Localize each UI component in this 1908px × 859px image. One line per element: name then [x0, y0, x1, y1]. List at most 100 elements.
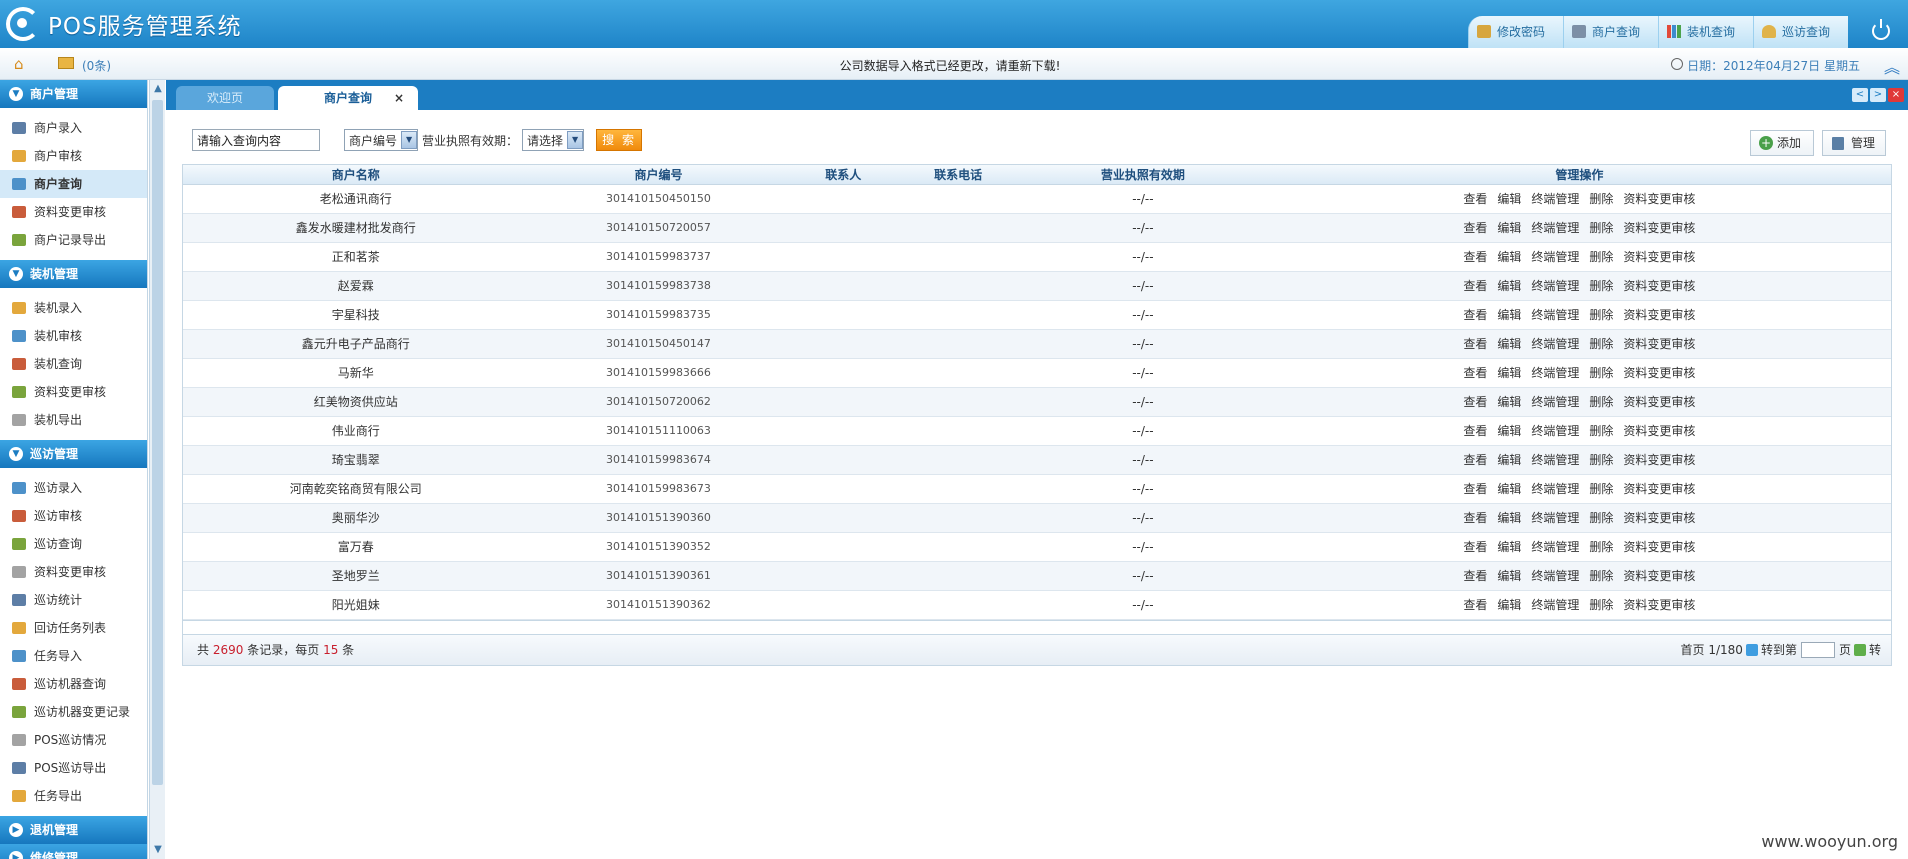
go-icon[interactable]: [1853, 644, 1866, 656]
delete-link[interactable]: 删除: [1589, 475, 1613, 503]
data-change-review-link[interactable]: 资料变更审核: [1623, 330, 1695, 358]
delete-link[interactable]: 删除: [1589, 591, 1613, 619]
data-change-review-link[interactable]: 资料变更审核: [1623, 417, 1695, 445]
sidebar-item[interactable]: 装机查询: [0, 350, 147, 378]
sidebar-item[interactable]: 商户记录导出: [0, 226, 147, 254]
sidebar-item[interactable]: 装机审核: [0, 322, 147, 350]
home-icon[interactable]: ⌂: [14, 55, 24, 73]
edit-link[interactable]: 编辑: [1497, 359, 1521, 387]
terminal-manage-link[interactable]: 终端管理: [1531, 185, 1579, 213]
topnav-change-password[interactable]: 修改密码: [1467, 16, 1563, 48]
edit-link[interactable]: 编辑: [1497, 504, 1521, 532]
delete-link[interactable]: 删除: [1589, 185, 1613, 213]
sidebar-group-repair[interactable]: ▶ 维修管理: [0, 844, 147, 859]
edit-link[interactable]: 编辑: [1497, 591, 1521, 619]
topnav-merchant-query[interactable]: 商户查询: [1562, 16, 1658, 48]
delete-link[interactable]: 删除: [1589, 504, 1613, 532]
sidebar-item[interactable]: 商户审核: [0, 142, 147, 170]
header-license[interactable]: 营业执照有效期: [1018, 165, 1268, 184]
delete-link[interactable]: 删除: [1589, 272, 1613, 300]
delete-link[interactable]: 删除: [1589, 301, 1613, 329]
edit-link[interactable]: 编辑: [1497, 214, 1521, 242]
go-label[interactable]: 转: [1869, 635, 1881, 665]
edit-link[interactable]: 编辑: [1497, 185, 1521, 213]
view-link[interactable]: 查看: [1463, 359, 1487, 387]
data-change-review-link[interactable]: 资料变更审核: [1623, 301, 1695, 329]
power-icon[interactable]: [1872, 19, 1890, 40]
tab-merchant-query[interactable]: 商户查询 ×: [278, 86, 418, 110]
delete-link[interactable]: 删除: [1589, 359, 1613, 387]
sidebar-item[interactable]: 装机导出: [0, 406, 147, 434]
tab-close-icon[interactable]: ×: [394, 86, 404, 110]
edit-link[interactable]: 编辑: [1497, 330, 1521, 358]
header-phone[interactable]: 联系电话: [898, 165, 1018, 184]
terminal-manage-link[interactable]: 终端管理: [1531, 301, 1579, 329]
terminal-manage-link[interactable]: 终端管理: [1531, 475, 1579, 503]
sidebar-item[interactable]: 资料变更审核: [0, 558, 147, 586]
terminal-manage-link[interactable]: 终端管理: [1531, 272, 1579, 300]
sidebar-item[interactable]: 巡访查询: [0, 530, 147, 558]
view-link[interactable]: 查看: [1463, 417, 1487, 445]
topnav-install-query[interactable]: 装机查询: [1657, 16, 1753, 48]
sidebar-item[interactable]: 巡访审核: [0, 502, 147, 530]
mail-icon[interactable]: [58, 57, 74, 69]
view-link[interactable]: 查看: [1463, 214, 1487, 242]
delete-link[interactable]: 删除: [1589, 214, 1613, 242]
view-link[interactable]: 查看: [1463, 185, 1487, 213]
mail-count[interactable]: (0条): [82, 57, 111, 74]
sidebar-item[interactable]: 巡访机器查询: [0, 670, 147, 698]
sidebar-item[interactable]: 巡访录入: [0, 474, 147, 502]
view-link[interactable]: 查看: [1463, 446, 1487, 474]
data-change-review-link[interactable]: 资料变更审核: [1623, 533, 1695, 561]
tab-close-all-icon[interactable]: ×: [1888, 88, 1904, 102]
sidebar-item[interactable]: 商户录入: [0, 114, 147, 142]
sidebar-item[interactable]: 巡访机器变更记录: [0, 698, 147, 726]
data-change-review-link[interactable]: 资料变更审核: [1623, 388, 1695, 416]
edit-link[interactable]: 编辑: [1497, 243, 1521, 271]
data-change-review-link[interactable]: 资料变更审核: [1623, 475, 1695, 503]
edit-link[interactable]: 编辑: [1497, 388, 1521, 416]
header-contact[interactable]: 联系人: [788, 165, 898, 184]
data-change-review-link[interactable]: 资料变更审核: [1623, 562, 1695, 590]
edit-link[interactable]: 编辑: [1497, 446, 1521, 474]
page-info[interactable]: 首页 1/180: [1681, 635, 1743, 665]
sidebar-scrollbar[interactable]: ▲ ▼: [149, 80, 165, 859]
view-link[interactable]: 查看: [1463, 591, 1487, 619]
delete-link[interactable]: 删除: [1589, 446, 1613, 474]
delete-link[interactable]: 删除: [1589, 562, 1613, 590]
scrollbar-thumb[interactable]: [152, 100, 163, 785]
header-merchant-name[interactable]: 商户名称: [183, 165, 529, 184]
delete-link[interactable]: 删除: [1589, 243, 1613, 271]
license-select[interactable]: 请选择 ▼: [522, 129, 585, 151]
sidebar-item[interactable]: 商户查询: [0, 170, 147, 198]
header-merchant-code[interactable]: 商户编号: [529, 165, 789, 184]
terminal-manage-link[interactable]: 终端管理: [1531, 446, 1579, 474]
terminal-manage-link[interactable]: 终端管理: [1531, 504, 1579, 532]
terminal-manage-link[interactable]: 终端管理: [1531, 388, 1579, 416]
edit-link[interactable]: 编辑: [1497, 562, 1521, 590]
topnav-visit-query[interactable]: 巡访查询: [1752, 16, 1848, 48]
data-change-review-link[interactable]: 资料变更审核: [1623, 272, 1695, 300]
view-link[interactable]: 查看: [1463, 330, 1487, 358]
sidebar-item[interactable]: 任务导入: [0, 642, 147, 670]
sidebar-item[interactable]: 资料变更审核: [0, 378, 147, 406]
view-link[interactable]: 查看: [1463, 388, 1487, 416]
view-link[interactable]: 查看: [1463, 533, 1487, 561]
delete-link[interactable]: 删除: [1589, 330, 1613, 358]
manage-button[interactable]: 管理: [1822, 130, 1886, 156]
terminal-manage-link[interactable]: 终端管理: [1531, 243, 1579, 271]
sidebar-item[interactable]: POS巡访情况: [0, 726, 147, 754]
collapse-up-icon[interactable]: ︽: [1884, 54, 1900, 78]
scroll-down-icon[interactable]: ▼: [151, 843, 165, 857]
delete-link[interactable]: 删除: [1589, 388, 1613, 416]
edit-link[interactable]: 编辑: [1497, 475, 1521, 503]
sidebar-group-merchant[interactable]: ▼ 商户管理: [0, 80, 147, 108]
view-link[interactable]: 查看: [1463, 272, 1487, 300]
edit-link[interactable]: 编辑: [1497, 533, 1521, 561]
page-number-input[interactable]: [1800, 642, 1835, 658]
data-change-review-link[interactable]: 资料变更审核: [1623, 446, 1695, 474]
terminal-manage-link[interactable]: 终端管理: [1531, 214, 1579, 242]
sidebar-item[interactable]: 资料变更审核: [0, 198, 147, 226]
view-link[interactable]: 查看: [1463, 301, 1487, 329]
tab-prev-icon[interactable]: <: [1852, 88, 1868, 102]
